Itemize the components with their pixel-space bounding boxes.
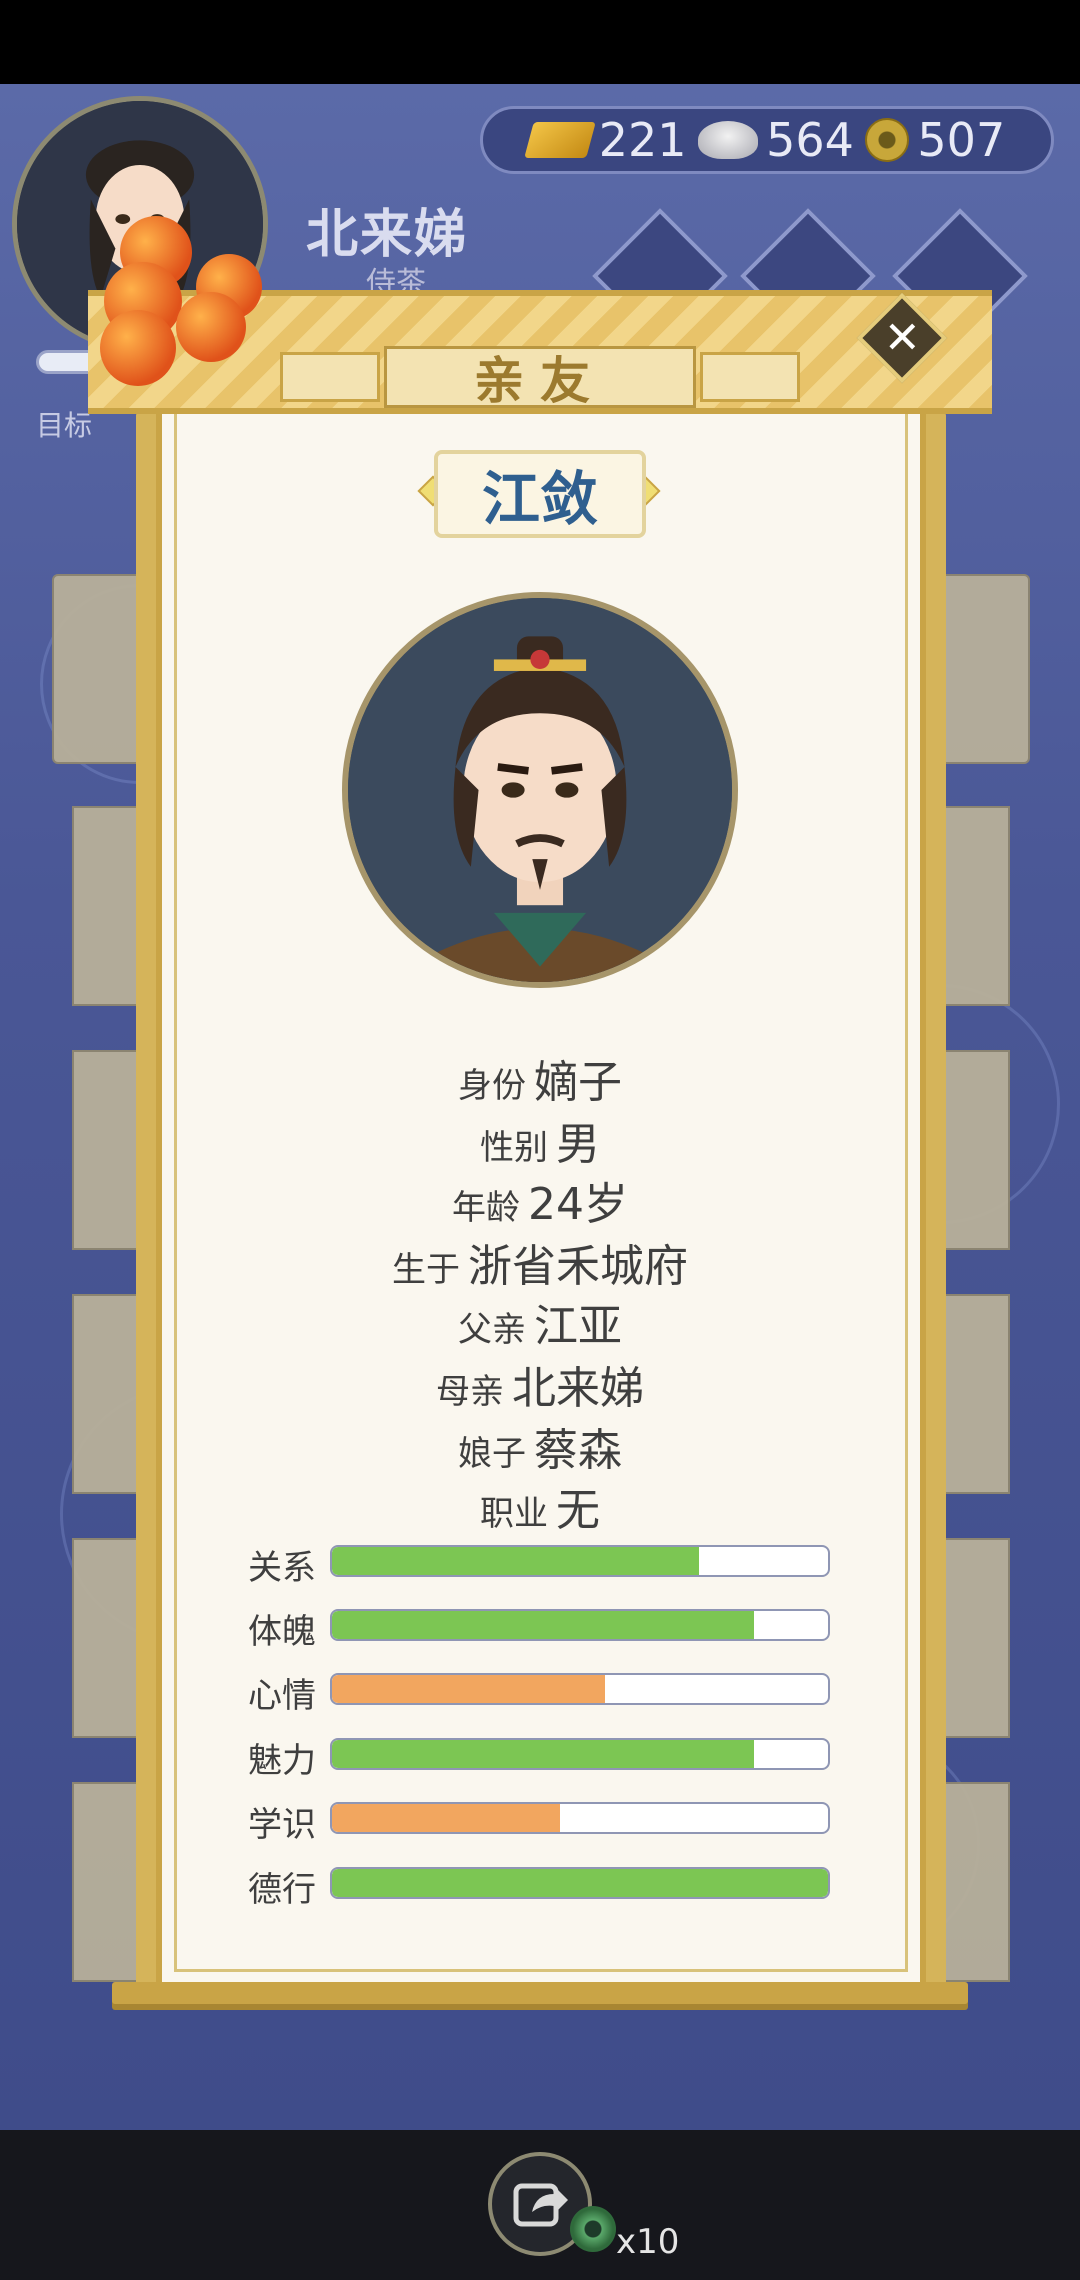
info-value: 无 (556, 1485, 600, 1536)
character-portrait-icon (348, 598, 732, 982)
modal-title: 亲友 (474, 352, 606, 410)
copper-currency: 507 (865, 113, 1005, 167)
stat-fill (332, 1804, 561, 1832)
stat-bar-charm (330, 1738, 830, 1770)
stat-label-charm: 魅力 (248, 1741, 316, 1781)
info-value: 嫡子 (534, 1057, 622, 1108)
stat-fill (332, 1675, 605, 1703)
character-portrait (342, 592, 738, 988)
info-value: 24岁 (528, 1179, 628, 1230)
info-row-identity: 身份 嫡子 (0, 1046, 1080, 1110)
background-card (940, 1538, 1010, 1738)
silver-currency: 564 (698, 113, 854, 167)
modal-bottom-rail (112, 1982, 968, 2004)
player-name: 北来娣 (306, 205, 469, 265)
gold-currency: 221 (523, 113, 687, 167)
ad-reward-multiplier: x10 (616, 2222, 680, 2262)
stat-label-virtue: 德行 (248, 1870, 316, 1910)
background-card (940, 1782, 1010, 1982)
stat-fill (332, 1611, 754, 1639)
gold-ingot-icon (523, 122, 596, 158)
stat-bar-virtue (330, 1867, 830, 1899)
stat-label-mood: 心情 (248, 1676, 316, 1716)
silver-ingot-icon (698, 121, 759, 159)
silver-amount: 564 (766, 113, 854, 167)
copper-coin-icon (865, 118, 910, 162)
info-key: 身份 (458, 1066, 526, 1106)
stat-fill (332, 1869, 828, 1897)
character-name-plate: 江敛 (434, 450, 646, 538)
stat-bar-physique (330, 1609, 830, 1641)
header-ornament (280, 352, 380, 402)
info-row-occupation: 职业无 (0, 1474, 1080, 1538)
status-bar (0, 0, 1080, 84)
gold-amount: 221 (598, 113, 687, 167)
info-value: 江亚 (534, 1301, 622, 1352)
stat-bar-relationship (330, 1545, 830, 1577)
stat-label-knowledge: 学识 (248, 1805, 316, 1845)
background-card (72, 1782, 142, 1982)
background-card (72, 806, 142, 1006)
info-row-birthplace: 生于 浙省禾城府 (0, 1230, 1080, 1294)
copper-amount: 507 (917, 113, 1006, 167)
background-card (940, 806, 1010, 1006)
info-key: 职业 (480, 1494, 548, 1534)
info-value: 蔡森 (534, 1425, 622, 1476)
stat-label-physique: 体魄 (248, 1612, 316, 1652)
modal-title-plate: 亲友 (384, 346, 696, 410)
info-row-gender: 性别男 (0, 1108, 1080, 1172)
info-row-wife: 娘子 蔡森 (0, 1414, 1080, 1478)
stat-fill (332, 1740, 754, 1768)
currency-bar: 221 564 507 (480, 106, 1054, 174)
jade-coin-icon (570, 2206, 616, 2252)
goal-label[interactable]: 目标 (36, 404, 92, 444)
info-row-age: 年龄 24岁 (0, 1168, 1080, 1232)
info-key: 父亲 (458, 1310, 526, 1350)
info-key: 性别 (480, 1128, 548, 1168)
info-key: 生于 (392, 1250, 460, 1290)
stat-bar-knowledge (330, 1802, 830, 1834)
info-row-father: 父亲 江亚 (0, 1290, 1080, 1354)
info-row-mother: 母亲 北来娣 (0, 1352, 1080, 1416)
close-icon: ✕ (883, 312, 921, 363)
character-name: 江敛 (481, 465, 598, 533)
info-value: 浙省禾城府 (468, 1241, 688, 1292)
info-key: 年龄 (452, 1188, 520, 1228)
info-key: 娘子 (458, 1434, 526, 1474)
info-value: 北来娣 (512, 1363, 644, 1414)
info-key: 母亲 (436, 1372, 504, 1412)
share-icon (513, 2183, 568, 2227)
info-value: 男 (556, 1119, 600, 1170)
background-card (72, 1538, 142, 1738)
stat-fill (332, 1547, 700, 1575)
header-ornament (700, 352, 800, 402)
stat-bar-mood (330, 1673, 830, 1705)
stat-label-relationship: 关系 (248, 1548, 316, 1588)
